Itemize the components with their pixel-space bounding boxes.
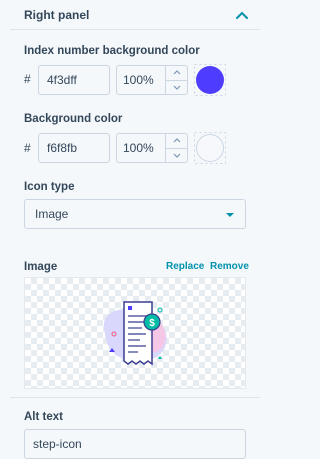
index-bg-color-picker[interactable]	[194, 64, 226, 96]
index-bg-opacity-input[interactable]: 100%	[116, 65, 188, 95]
chevron-up-icon[interactable]	[234, 7, 250, 23]
alt-text-input[interactable]: step-icon	[24, 429, 246, 459]
index-bg-opacity-value: 100%	[123, 73, 154, 87]
bg-opacity-input[interactable]: 100%	[116, 133, 188, 163]
image-preview[interactable]: $	[24, 277, 246, 389]
bg-hash: #	[24, 141, 31, 155]
index-bg-hash: #	[24, 72, 31, 86]
bg-swatch	[196, 134, 224, 162]
caret-down-icon	[225, 207, 235, 221]
panel-header[interactable]: Right panel	[10, 0, 260, 30]
icon-type-label: Icon type	[24, 181, 75, 193]
increment-icon[interactable]	[166, 66, 187, 80]
bg-color-picker[interactable]	[194, 132, 226, 164]
section-divider	[10, 397, 260, 398]
remove-image-link[interactable]: Remove	[210, 261, 249, 272]
bg-opacity-value: 100%	[123, 141, 154, 155]
image-label: Image	[24, 261, 58, 273]
bg-color-label: Background color	[24, 113, 123, 125]
index-bg-hex-input[interactable]: 4f3dff	[38, 65, 110, 95]
panel-content: Index number background color # 4f3dff 1…	[10, 31, 260, 459]
decrement-icon[interactable]	[166, 79, 187, 95]
svg-text:$: $	[149, 318, 155, 329]
receipt-dollar-illustration-icon: $	[103, 301, 167, 366]
icon-type-selected: Image	[35, 207, 69, 221]
increment-icon[interactable]	[166, 134, 187, 148]
panel-title: Right panel	[24, 7, 90, 22]
bg-opacity-stepper[interactable]	[165, 134, 187, 162]
index-bg-swatch	[196, 66, 224, 94]
alt-text-value: step-icon	[33, 437, 82, 451]
bg-hex-input[interactable]: f6f8fb	[38, 133, 110, 163]
icon-type-select[interactable]: Image	[24, 199, 246, 229]
index-bg-hex-value: 4f3dff	[47, 73, 77, 87]
decrement-icon[interactable]	[166, 147, 187, 163]
alt-text-label: Alt text	[24, 411, 63, 423]
bg-hex-value: f6f8fb	[47, 141, 78, 155]
index-bg-opacity-stepper[interactable]	[165, 66, 187, 94]
index-bg-color-label: Index number background color	[24, 45, 200, 57]
replace-image-link[interactable]: Replace	[166, 261, 204, 272]
